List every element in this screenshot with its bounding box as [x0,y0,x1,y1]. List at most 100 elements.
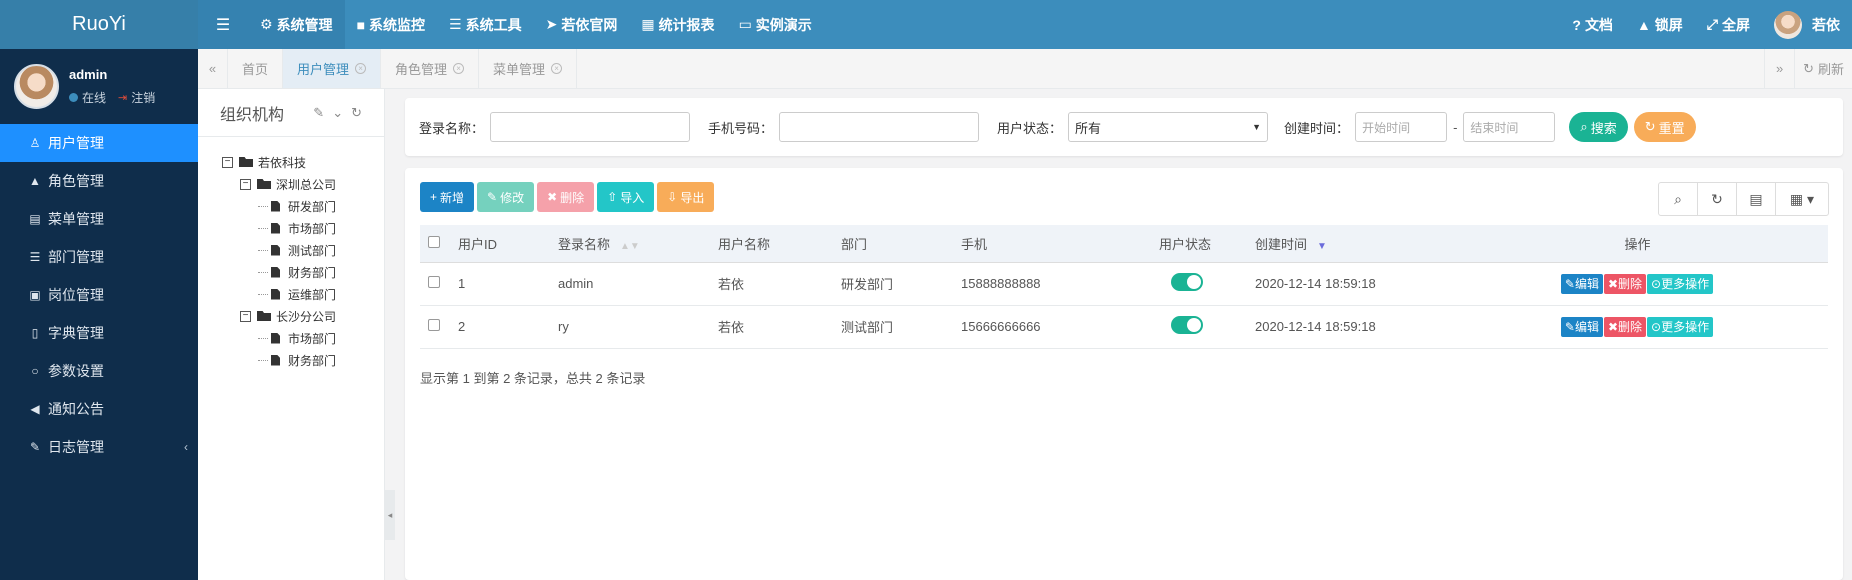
refresh-icon: ↻ [1803,60,1814,76]
logout-icon[interactable]: ⇥ [118,91,127,104]
row-more-button[interactable]: ⊙ 更多操作 [1647,316,1714,337]
column-header[interactable]: 手机 [953,225,1151,263]
collapse-switch-icon[interactable]: − [222,156,233,168]
phone-input[interactable] [779,112,980,142]
list-icon: ☰ [449,16,462,32]
topnav-item-monitor[interactable]: ■ 系统监控 [345,0,437,49]
search-icon: ⌕ [1580,119,1588,134]
user-dropdown[interactable]: 若依 [1762,0,1852,49]
start-time-input[interactable]: 开始时间 [1355,112,1448,142]
end-time-input[interactable]: 结束时间 [1463,112,1556,142]
phone-label: 手机号码： [708,120,774,136]
columns-icon[interactable]: ▦ ▾ [1776,183,1828,215]
add-button[interactable]: + 新增 [420,182,475,212]
tab-menus[interactable]: 菜单管理 × [479,49,578,88]
close-icon[interactable]: × [551,63,563,74]
row-edit-button[interactable]: ✎ 编辑 [1560,316,1603,337]
tree-collapse-handle[interactable]: ◂ [385,490,395,540]
dept-icon: ☰ [29,250,41,264]
row-more-button[interactable]: ⊙ 更多操作 [1647,273,1714,294]
status-toggle[interactable] [1171,273,1203,291]
sidebar-item-roles[interactable]: ▲ 角色管理 [0,162,198,200]
tree-node[interactable]: 市场部门 [222,327,384,349]
sidebar-item-notices[interactable]: ◀ 通知公告 [0,390,198,428]
table-row[interactable]: 1 admin 若依 研发部门 15888888888 2020-12-14 1… [420,262,1828,306]
sidebar-toggle-icon[interactable]: ☰ [198,0,248,49]
tabs-scroll-left-icon[interactable]: « [198,49,228,88]
topnav-item-website[interactable]: ➤ 若依官网 [534,0,630,49]
status-select[interactable]: 所有 ▼ [1068,112,1269,142]
sidebar-item-posts[interactable]: ▣ 岗位管理 [0,276,198,314]
refresh-icon[interactable]: ↻ [1698,183,1737,215]
delete-button[interactable]: ✖ 删除 [537,182,595,212]
edit-icon[interactable]: ✎ [313,105,324,121]
chevron-down-icon[interactable]: ⌄ [332,105,343,121]
tree-node[interactable]: − 长沙分公司 [222,305,384,327]
tree-node[interactable]: 研发部门 [222,195,384,217]
tree-node[interactable]: − 深圳总公司 [222,173,384,195]
sort-desc-icon: ▼ [1317,240,1327,252]
row-delete-button[interactable]: ✖ 删除 [1603,273,1647,294]
user-table: 用户ID 登录名称 ▲▼ 用户名称 部门 手机 用户状态 创建时间 ▼ 操作 1 a… [420,225,1828,349]
logout-link[interactable]: 注销 [131,89,155,106]
export-button[interactable]: ⇩ 导出 [657,182,715,212]
sidebar-item-users[interactable]: ♙ 用户管理 [0,124,198,162]
sidebar-item-dicts[interactable]: ▯ 字典管理 [0,314,198,352]
collapse-switch-icon[interactable]: − [240,178,251,190]
column-header[interactable]: 创建时间 ▼ [1247,225,1447,263]
column-header[interactable]: 用户状态 [1151,225,1247,263]
column-header[interactable]: 登录名称 ▲▼ [550,225,710,263]
search-button[interactable]: ⌕ 搜索 [1569,112,1628,142]
avatar[interactable] [14,64,59,109]
tab-home[interactable]: 首页 [228,49,284,88]
status-toggle[interactable] [1171,316,1203,334]
select-all-checkbox[interactable] [428,235,440,248]
sidebar-item-logs[interactable]: ✎ 日志管理 ‹ [0,428,198,466]
column-header[interactable]: 用户ID [450,225,550,263]
tree-node[interactable]: − 若依科技 [222,151,384,173]
import-button[interactable]: ⇧ 导入 [597,182,655,212]
topnav-item-tools[interactable]: ☰ 系统工具 [437,0,534,49]
tree-node[interactable]: 财务部门 [222,349,384,371]
tree-node[interactable]: 运维部门 [222,283,384,305]
chart-icon: ▦ [641,16,655,32]
topnav-item-system[interactable]: ⚙ 系统管理 [248,0,345,49]
row-checkbox[interactable] [428,319,440,331]
docs-link[interactable]: ? 文档 [1560,0,1625,49]
brand-logo[interactable]: RuoYi [0,0,198,49]
row-delete-button[interactable]: ✖ 删除 [1603,316,1647,337]
row-edit-button[interactable]: ✎ 编辑 [1560,273,1603,294]
tab-roles[interactable]: 角色管理 × [381,49,480,88]
reset-button[interactable]: ↻ 重置 [1633,112,1696,142]
sidebar-item-depts[interactable]: ☰ 部门管理 [0,238,198,276]
row-checkbox[interactable] [428,276,440,288]
file-icon [271,200,280,212]
tree-node[interactable]: 财务部门 [222,261,384,283]
collapse-switch-icon[interactable]: − [240,310,251,322]
topnav-item-reports[interactable]: ▦ 统计报表 [629,0,726,49]
topnav-item-demo[interactable]: ▭ 实例演示 [727,0,824,49]
close-icon[interactable]: × [355,63,367,74]
sidebar-menu: ♙ 用户管理 ▲ 角色管理 ▤ 菜单管理 ☰ 部门管理 ▣ 岗位管理 ▯ 字典管理 ○ 参数设… [0,124,198,466]
lockscreen-link[interactable]: ▲ 锁屏 [1625,0,1695,49]
sidebar-item-menus[interactable]: ▤ 菜单管理 [0,200,198,238]
table-row[interactable]: 2 ry 若依 测试部门 15666666666 2020-12-14 18:5… [420,305,1828,349]
toggle-view-icon[interactable]: ▤ [1737,183,1776,215]
refresh-tab-button[interactable]: ↻ 刷新 [1794,49,1852,88]
login-name-input[interactable] [490,112,691,142]
edit-button[interactable]: ✎ 修改 [477,182,535,212]
sidebar-item-config[interactable]: ○ 参数设置 [0,352,198,390]
tab-users[interactable]: 用户管理 × [283,49,382,88]
close-icon[interactable]: × [453,63,465,74]
tabs-scroll-right-icon[interactable]: » [1764,49,1794,88]
search-icon[interactable]: ⌕ [1659,183,1698,215]
column-header[interactable]: 用户名称 [710,225,833,263]
download-icon: ⇩ [667,190,678,204]
fullscreen-link[interactable]: ⤢ 全屏 [1695,0,1762,49]
column-header[interactable]: 部门 [833,225,953,263]
tree-node[interactable]: 市场部门 [222,217,384,239]
refresh-icon[interactable]: ↻ [351,105,362,121]
table-toolbar: + 新增 ✎ 修改 ✖ 删除 ⇧ 导入 ⇩ 导出 [420,182,715,212]
sort-icon: ▲▼ [620,240,640,252]
tree-node[interactable]: 测试部门 [222,239,384,261]
